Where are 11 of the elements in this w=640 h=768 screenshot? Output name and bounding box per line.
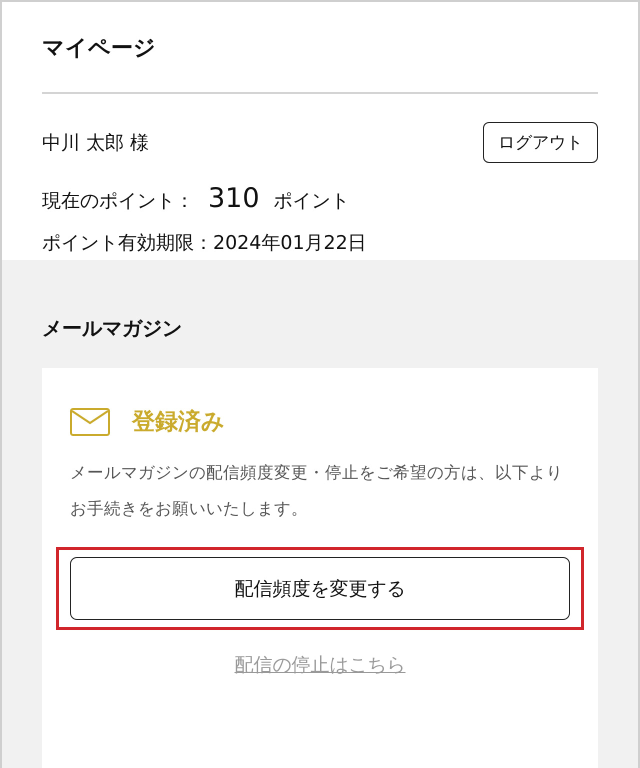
points-label: 現在のポイント： — [42, 189, 194, 214]
subscription-status: 登録済み — [132, 408, 225, 437]
section-heading: メールマガジン — [42, 315, 183, 342]
points-expiry: ポイント有効期限：2024年01月22日 — [42, 231, 368, 256]
points-unit: ポイント — [274, 189, 350, 214]
points-value: 310 — [208, 183, 260, 214]
user-name: 中川 太郎 様 — [42, 130, 150, 156]
page-title: マイページ — [42, 35, 157, 63]
newsletter-description: メールマガジンの配信頻度変更・停止をご希望の方は、以下よりお手続きをお願いいたします。 — [70, 462, 564, 520]
logout-button[interactable]: ログアウト — [483, 122, 598, 163]
change-frequency-button[interactable]: 配信頻度を変更する — [70, 557, 570, 620]
